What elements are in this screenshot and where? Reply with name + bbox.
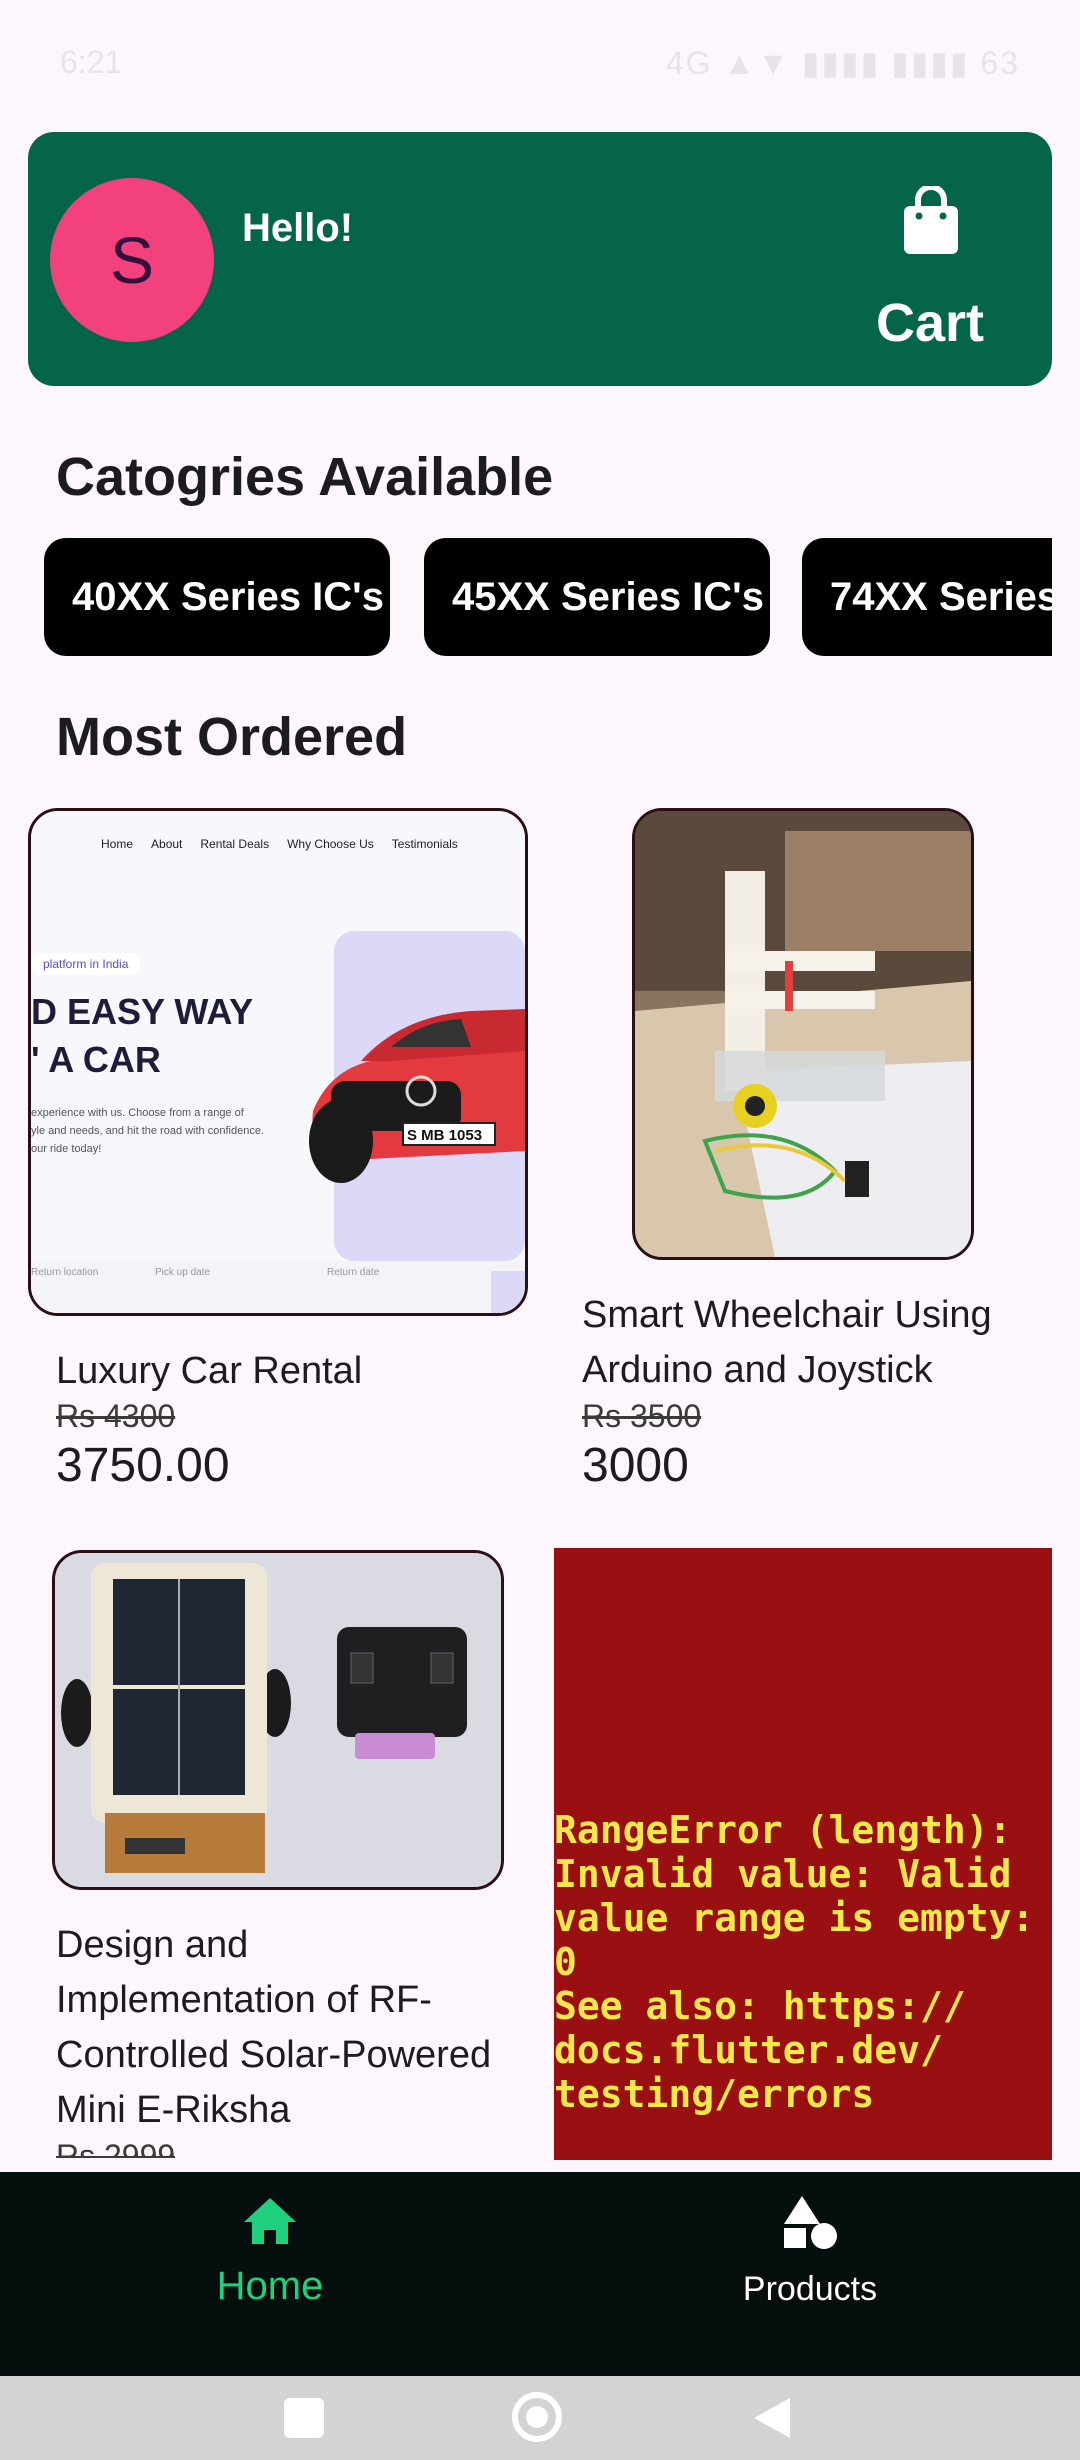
cart-button[interactable]: Cart [860,180,1000,360]
product-old-price: Rs 3500 [582,1398,702,1434]
image-subtext: yle and needs, and hit the road with con… [31,1125,264,1137]
nav-products-label: Products [742,2270,878,2308]
image-subtext: our ride today! [31,1143,102,1155]
nav-home[interactable]: Home [0,2172,540,2376]
bottom-navigation: Home Products [0,2172,1080,2376]
image-nav-about: About [151,837,183,851]
image-footer-label: Pick up date [155,1267,211,1278]
shapes-icon [784,2196,837,2249]
product-image-car-rental[interactable]: Home About Rental Deals Why Choose Us Te… [28,808,528,1316]
image-nav-testimonials: Testimonials [391,837,458,851]
e-riksha-image [55,1553,501,1887]
status-bar: 6:21 4G ▲▼ ▮▮▮▮ ▮▮▮▮ 63 [0,0,1080,120]
product-price: 3750.00 [56,1439,230,1492]
back-icon[interactable] [752,2396,792,2440]
product-old-price: Rs 2999 [56,2138,176,2158]
image-footer-label: Return location [31,1267,99,1278]
greeting-text: Hello! [242,206,354,250]
shopping-bag-icon [904,186,958,254]
image-badge: platform in India [31,953,141,975]
product-name[interactable]: Luxury Car Rental [56,1344,516,1399]
category-chip[interactable]: 40XX Series IC's [44,538,390,656]
product-old-price: Rs 4300 [56,1398,176,1434]
nav-home-label: Home [216,2264,324,2308]
product-name[interactable]: Smart Wheelchair Using Arduino and Joyst… [582,1288,1052,1398]
image-headline: D EASY WAY [31,991,254,1032]
home-system-icon[interactable] [512,2392,562,2442]
product-price: 3000 [582,1439,689,1492]
image-subtext: experience with us. Choose from a range … [31,1107,244,1119]
error-message: RangeError (length): Invalid value: Vali… [554,1808,1035,2116]
avatar[interactable]: S [50,178,214,342]
error-widget: RangeError (length): Invalid value: Vali… [554,1548,1052,2160]
categories-title: Catogries Available [56,447,554,507]
product-name[interactable]: Design and Implementation of RF-Controll… [56,1918,516,2138]
image-nav-rental: Rental Deals [200,837,270,851]
image-nav-home: Home [101,837,134,851]
product-image-e-riksha[interactable] [52,1550,504,1890]
home-icon [244,2198,296,2244]
system-navigation-bar [0,2376,1080,2460]
license-plate: S MB 1053 [407,1127,483,1144]
recent-apps-icon[interactable] [284,2398,324,2438]
most-ordered-title: Most Ordered [56,707,408,767]
nav-products[interactable]: Products [540,2172,1080,2376]
cart-label: Cart [875,293,985,353]
wheelchair-image [635,811,971,1257]
image-nav-why: Why Choose Us [287,837,374,851]
categories-list: 40XX Series IC's 45XX Series IC's 74XX S… [44,538,1052,658]
category-chip[interactable]: 45XX Series IC's [424,538,770,656]
status-time: 6:21 [60,44,123,80]
status-icons: 4G ▲▼ ▮▮▮▮ ▮▮▮▮ 63 [665,45,1020,81]
category-chip[interactable]: 74XX Series [802,538,1052,656]
image-footer-label: Return date [327,1267,380,1278]
image-headline: ' A CAR [31,1039,161,1080]
product-image-wheelchair[interactable] [632,808,974,1260]
